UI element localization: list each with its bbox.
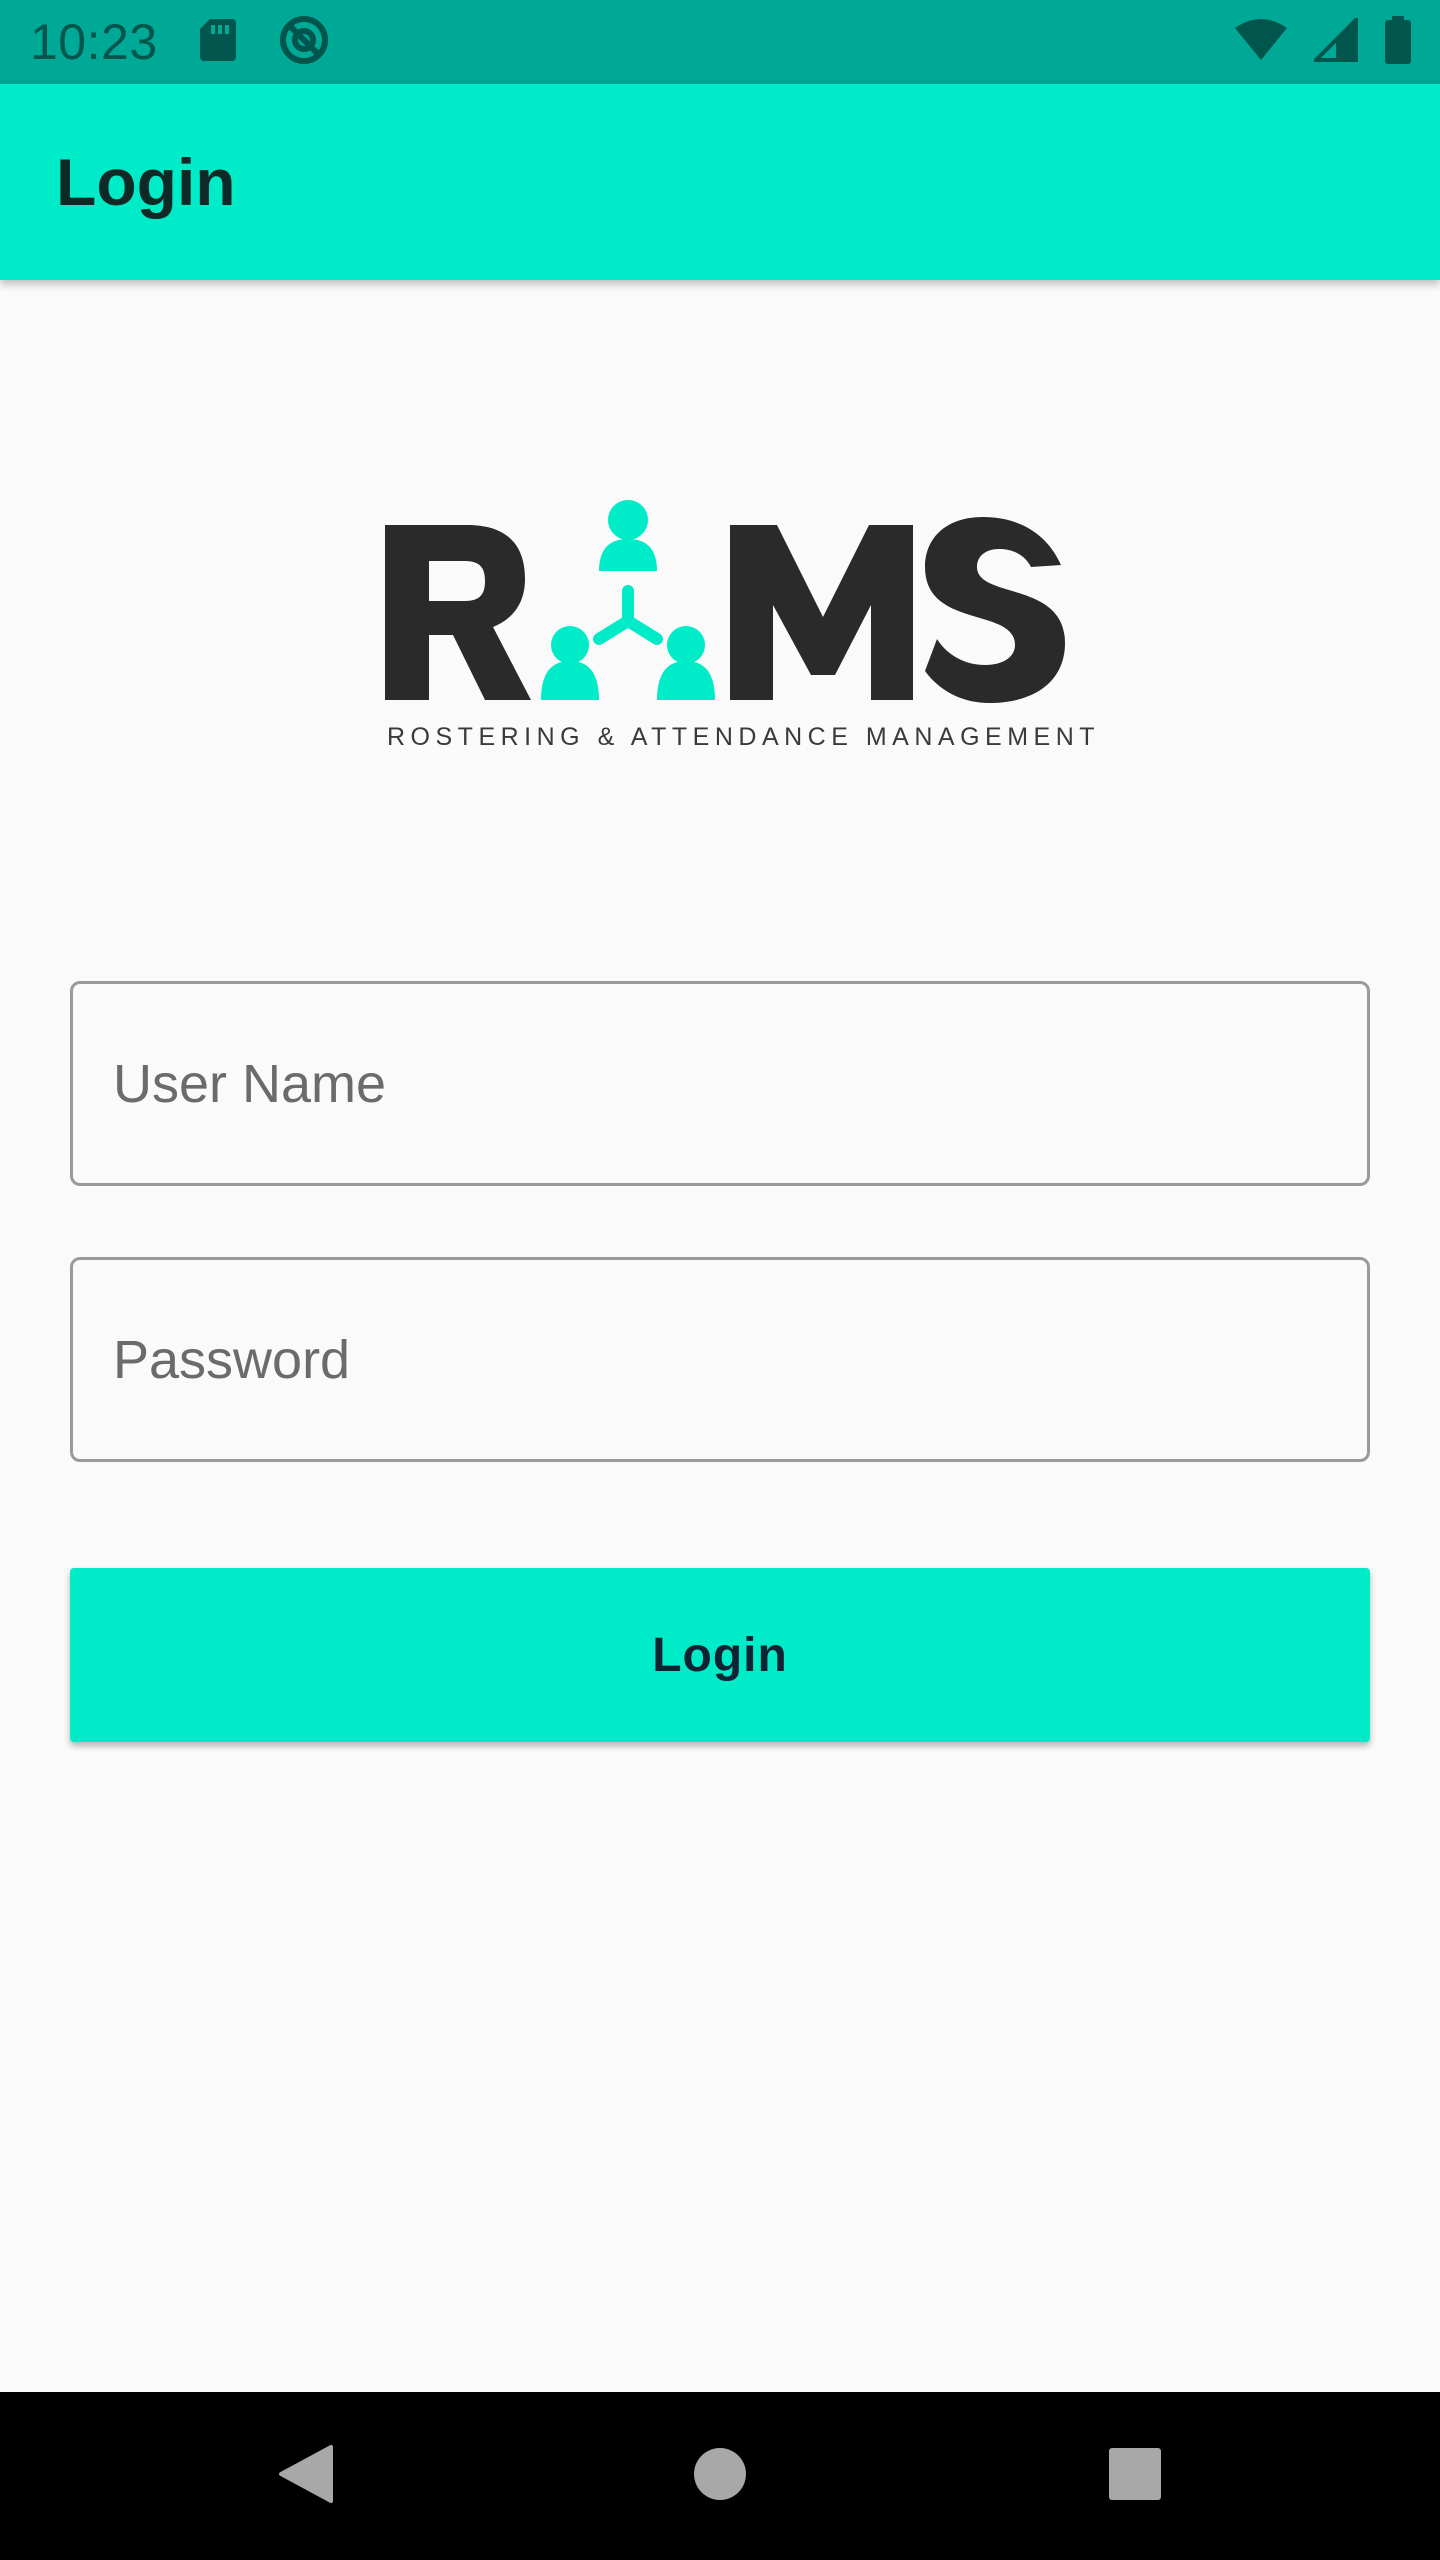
login-screen: 10:23 Login ROSTERING & ATTENDANCE MANAG…	[0, 0, 1440, 2560]
status-bar-right	[1234, 14, 1412, 69]
navigation-bar	[0, 2392, 1440, 2560]
do-not-disturb-icon	[278, 14, 330, 71]
home-button[interactable]	[665, 2392, 775, 2560]
username-input[interactable]	[73, 984, 1367, 1183]
logo-tagline: ROSTERING & ATTENDANCE MANAGEMENT	[387, 723, 1101, 751]
status-time: 10:23	[30, 14, 158, 70]
sd-card-icon	[198, 17, 238, 68]
back-button[interactable]	[250, 2392, 360, 2560]
wifi-icon	[1234, 18, 1288, 67]
home-icon	[693, 2447, 747, 2506]
recents-icon	[1108, 2447, 1162, 2506]
app-bar: Login	[0, 84, 1440, 280]
cell-signal-icon	[1311, 14, 1358, 67]
battery-icon	[1384, 15, 1412, 69]
password-input[interactable]	[73, 1260, 1367, 1459]
recents-button[interactable]	[1080, 2392, 1190, 2560]
username-field[interactable]	[70, 981, 1370, 1186]
status-bar: 10:23	[0, 0, 1440, 84]
rams-logo: ROSTERING & ATTENDANCE MANAGEMENT	[385, 495, 1101, 765]
status-bar-left: 10:23	[30, 13, 330, 71]
login-button[interactable]: Login	[70, 1568, 1370, 1742]
back-icon	[277, 2443, 333, 2510]
password-field[interactable]	[70, 1257, 1370, 1462]
page-title: Login	[56, 145, 236, 219]
rams-logo-graphic	[385, 500, 1065, 703]
